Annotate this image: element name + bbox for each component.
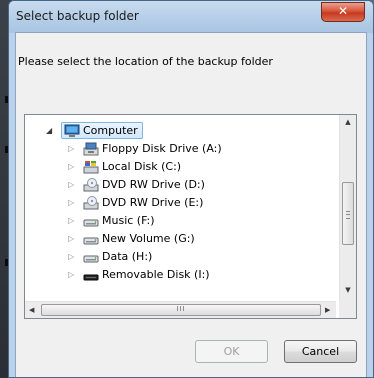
hard-disk-icon: [83, 219, 99, 227]
cancel-button[interactable]: Cancel: [284, 340, 357, 363]
grip-icon: III: [176, 305, 186, 313]
tree-item[interactable]: ▷ Local Disk (C:): [25, 158, 315, 176]
dvd-drive-icon: [83, 196, 99, 210]
tree-item-label: Data (H:): [102, 250, 153, 263]
scroll-down-arrow-icon[interactable]: ▼: [340, 286, 356, 294]
expand-arrow-icon[interactable]: ▷: [68, 194, 76, 212]
horizontal-scrollbar[interactable]: ◀ III ▶: [25, 301, 336, 318]
tree-item-label: Computer: [83, 124, 138, 137]
computer-icon: [64, 124, 80, 137]
dialog-title: Select backup folder: [16, 9, 139, 23]
expand-arrow-icon[interactable]: ▷: [68, 140, 76, 158]
tree-item-label: Removable Disk (I:): [102, 268, 210, 281]
ok-button[interactable]: OK: [195, 340, 268, 363]
tree-item[interactable]: ▷ DVD RW Drive (E:): [25, 194, 315, 212]
vertical-scrollbar[interactable]: ▲ ▼: [339, 115, 356, 302]
tree-item[interactable]: ▷ New Volume (G:): [25, 230, 315, 248]
hard-disk-icon: [83, 237, 99, 245]
tree-item-label: Music (F:): [102, 214, 155, 227]
scroll-left-arrow-icon[interactable]: ◀: [29, 306, 34, 314]
tree-item[interactable]: ▷ DVD RW Drive (D:): [25, 176, 315, 194]
expand-arrow-icon[interactable]: ▷: [68, 176, 76, 194]
collapse-arrow-icon[interactable]: ◢: [46, 122, 54, 140]
tree-item[interactable]: ▷ Music (F:): [25, 212, 315, 230]
floppy-drive-icon: [83, 142, 99, 156]
tree-item[interactable]: ▷ Data (H:): [25, 248, 315, 266]
prompt-text: Please select the location of the backup…: [18, 55, 273, 68]
tree-item-computer[interactable]: ◢ Computer: [25, 122, 315, 140]
tree-viewport: ◢ Computer ▷ Floppy Disk Drive (A:) ▷ Local…: [25, 115, 336, 302]
tree-item-label: New Volume (G:): [102, 232, 195, 245]
scrollbar-corner: [339, 301, 356, 318]
expand-arrow-icon[interactable]: ▷: [68, 158, 76, 176]
scroll-right-arrow-icon[interactable]: ▶: [325, 306, 330, 314]
tree-item-label: DVD RW Drive (D:): [102, 178, 205, 191]
hard-disk-icon: [83, 255, 99, 263]
tree-item-label: Floppy Disk Drive (A:): [102, 142, 222, 155]
vertical-scroll-thumb[interactable]: [342, 182, 354, 245]
tree-item[interactable]: ▷ Removable Disk (I:): [25, 266, 315, 284]
tree-item-label: Local Disk (C:): [102, 160, 182, 173]
expand-arrow-icon[interactable]: ▷: [68, 230, 76, 248]
expand-arrow-icon[interactable]: ▷: [68, 248, 76, 266]
grip-icon: [346, 211, 350, 219]
horizontal-scroll-thumb[interactable]: III: [41, 304, 321, 316]
removable-disk-icon: [83, 274, 99, 281]
system-disk-icon: [83, 161, 99, 174]
title-bar[interactable]: Select backup folder ✕: [9, 1, 373, 33]
folder-tree[interactable]: ◢ Computer ▷ Floppy Disk Drive (A:) ▷ Local…: [24, 114, 357, 319]
expand-arrow-icon[interactable]: ▷: [68, 212, 76, 230]
close-icon: ✕: [337, 4, 349, 18]
close-button[interactable]: ✕: [321, 2, 365, 22]
expand-arrow-icon[interactable]: ▷: [68, 266, 76, 284]
dvd-drive-icon: [83, 178, 99, 192]
tree-item[interactable]: ▷ Floppy Disk Drive (A:): [25, 140, 315, 158]
tree-item-label: DVD RW Drive (E:): [102, 196, 204, 209]
scroll-up-arrow-icon[interactable]: ▲: [340, 118, 356, 126]
